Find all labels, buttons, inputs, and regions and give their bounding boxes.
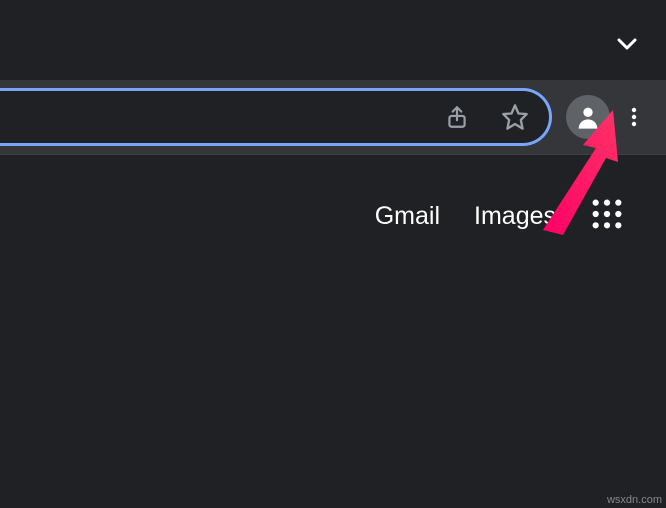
share-icon — [444, 104, 470, 130]
header-nav: Gmail Images — [375, 197, 624, 236]
browser-toolbar — [0, 80, 666, 154]
images-link[interactable]: Images — [474, 202, 556, 231]
tabs-dropdown-button[interactable] — [613, 30, 641, 58]
more-menu-button[interactable] — [614, 97, 654, 137]
tabs-bar — [0, 0, 666, 80]
page-content: Gmail Images — [0, 154, 666, 508]
address-bar[interactable] — [0, 88, 552, 146]
chevron-down-icon — [615, 32, 639, 56]
person-icon — [574, 103, 602, 131]
more-vertical-icon — [622, 105, 646, 129]
star-icon — [501, 103, 529, 131]
apps-grid-icon — [590, 197, 624, 231]
bookmark-button[interactable] — [495, 97, 535, 137]
profile-button[interactable] — [566, 95, 610, 139]
attribution-text: wsxdn.com — [607, 494, 662, 506]
gmail-link[interactable]: Gmail — [375, 202, 440, 231]
apps-grid-button[interactable] — [590, 197, 624, 236]
share-button[interactable] — [437, 97, 477, 137]
